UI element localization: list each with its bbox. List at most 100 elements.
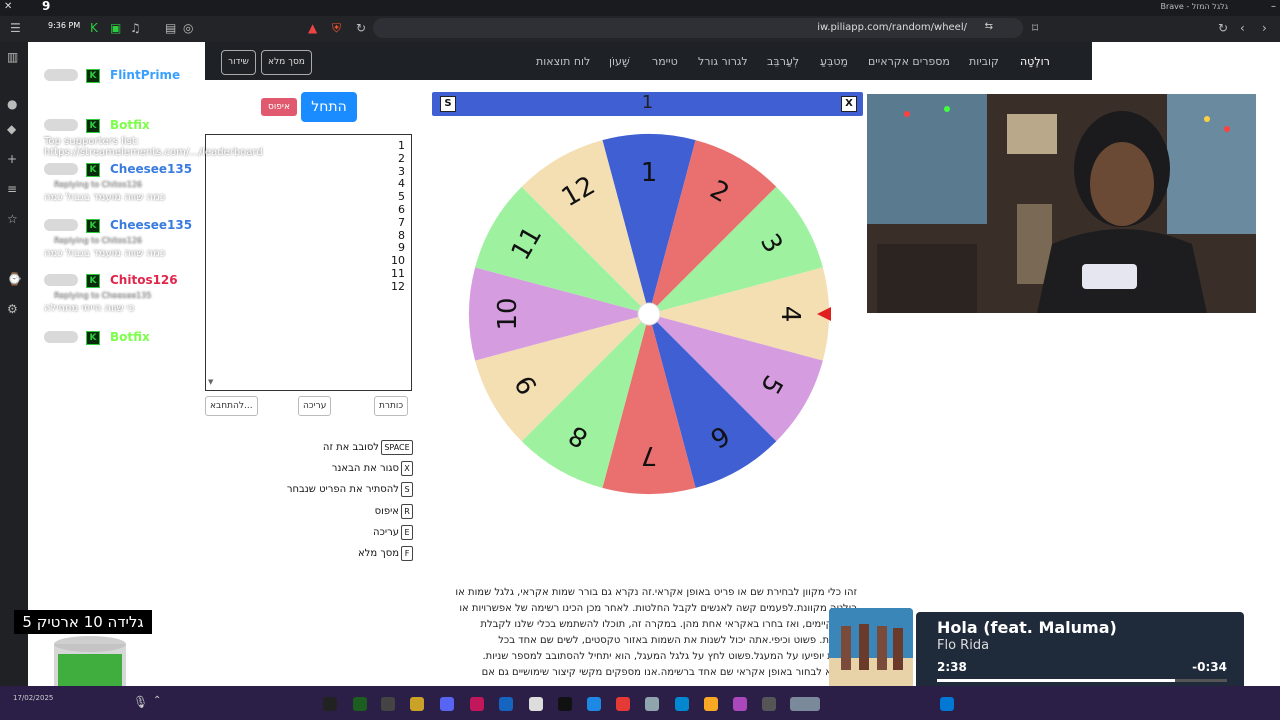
music-icon[interactable]: ♫ <box>130 21 141 35</box>
forward-icon[interactable]: › <box>1262 21 1267 35</box>
kick-badge-icon: K <box>86 331 100 345</box>
timestamp-pill <box>44 119 78 131</box>
shortcut-label: להסתיר את הפריט שנבחר <box>286 484 399 496</box>
list-item: 6 <box>398 202 405 216</box>
shortcut-row: עריכה E <box>373 524 413 540</box>
chatgpt-icon[interactable] <box>558 697 572 711</box>
chat-username[interactable]: FlintPrime <box>110 68 180 82</box>
shortcut-label: סגור את הבאנר <box>331 463 399 475</box>
chat-username[interactable]: Cheesee135 <box>110 218 192 232</box>
list-item: 2 <box>398 151 405 165</box>
notes-icon[interactable] <box>529 697 543 711</box>
kick-icon[interactable]: K <box>90 21 98 35</box>
brave-shield-icon[interactable]: ⛨ <box>332 21 341 36</box>
photos-icon[interactable] <box>733 697 747 711</box>
hide-button[interactable]: להתחבא... <box>205 396 258 416</box>
shortcut-key[interactable]: SPACE <box>381 440 413 455</box>
chat-message: K Botfix Top supporters list: https://stre… <box>14 112 334 162</box>
address-bar[interactable]: iw.piliapp.com/random/wheel/ ⇆ <box>373 18 1023 38</box>
remaining-time: -0:34 <box>1192 660 1227 674</box>
shortcut-key[interactable]: R <box>401 503 413 519</box>
list-item: 1 <box>398 139 405 152</box>
thumbnail-icon[interactable] <box>790 697 820 711</box>
brave-rewards-icon[interactable]: ▲ <box>308 21 317 35</box>
progress-track[interactable] <box>937 679 1227 682</box>
menu-icon[interactable]: ☰ <box>10 21 21 35</box>
game-icon[interactable] <box>353 697 367 711</box>
clock-label: 9:36 PM <box>48 21 81 30</box>
app-icon-2[interactable] <box>410 697 424 711</box>
nav-item-draw[interactable]: לגרור גורל <box>698 55 748 68</box>
folder-icon[interactable] <box>704 697 718 711</box>
shortcut-row: סגור את הבאנר X <box>331 461 413 477</box>
explorer-icon[interactable] <box>645 697 659 711</box>
chat-reply-context: Replying to Cheesee135 <box>54 291 152 300</box>
bookmark-icon[interactable]: ⌑ <box>1032 21 1038 35</box>
chrome-icon[interactable] <box>616 697 630 711</box>
nav-item-shuffle[interactable]: לְעַרבֵּב <box>767 55 799 68</box>
edit-button[interactable]: עריכה <box>298 396 332 416</box>
nav-item-scoreboard[interactable]: לוח תוצאות <box>536 55 590 68</box>
chat-reply-context: Replying to Chitos126 <box>54 180 142 189</box>
chevron-up-icon[interactable]: ⌃ <box>153 695 161 706</box>
nav-item-random-numbers[interactable]: מספרים אקראיים <box>868 55 950 68</box>
description-line: השמות יופיעו על המעגל.פשוט לחץ על גלגל ה… <box>482 651 858 662</box>
chat-username[interactable]: Cheesee135 <box>110 162 192 176</box>
app-icon[interactable]: ▣ <box>110 21 121 35</box>
description-line: החלטות. פשוט וכיפי.אתה יכול לשנות את השמ… <box>498 635 857 646</box>
chat-reply-context: Replying to Chitos126 <box>54 236 142 245</box>
description-line: מדים קיימים, ואז בחרו באקראי אחת מהן. במ… <box>480 619 857 630</box>
nav-item-roulette[interactable]: רולֶטָה <box>1020 55 1050 68</box>
shortcut-key[interactable]: X <box>401 461 413 477</box>
obs-icon[interactable] <box>323 697 337 711</box>
timestamp-pill <box>44 331 78 343</box>
discord-taskbar-icon[interactable] <box>440 697 454 711</box>
kick-badge-icon: K <box>86 69 100 83</box>
shortcut-label: איפוס <box>374 505 399 517</box>
title-button[interactable]: כותרת <box>374 396 409 416</box>
shortcut-key[interactable]: F <box>401 546 413 561</box>
teams-icon[interactable] <box>587 697 601 711</box>
edge-icon[interactable] <box>675 697 689 711</box>
timestamp-pill <box>44 274 78 286</box>
close-banner-button[interactable]: X <box>841 96 857 112</box>
nav-item-timer[interactable]: טיימר <box>652 55 678 68</box>
roulette-wheel[interactable]: 123456789101112 <box>464 129 834 499</box>
shortcut-label: לסובב את זה <box>322 442 379 453</box>
shortcut-row: לסובב את זה SPACE <box>323 440 413 455</box>
chat-message: K Cheesee135 Replying to Chitos126 כמה שווה… <box>14 156 334 206</box>
store-icon[interactable] <box>499 697 513 711</box>
description-line: רולטה מקוונת.לפעמים קשה לאנשים לקבל החלט… <box>459 603 857 614</box>
chat-message: K Botfix <box>14 324 334 374</box>
settings-sliders-icon[interactable]: ⇆ <box>985 21 993 32</box>
calendar-icon[interactable]: ▤ <box>165 21 176 35</box>
description-line: זהו כלי מקוון לבחירת שם או פריט באופן אק… <box>455 587 857 598</box>
discord-icon[interactable]: ◎ <box>183 21 193 35</box>
nav-item-coin[interactable]: מַטבֵּעַ <box>820 55 848 68</box>
url-text: iw.piliapp.com/random/wheel/ <box>817 22 967 33</box>
chat-username[interactable]: Botfix <box>110 118 150 132</box>
shortcut-label: עריכה <box>373 526 399 538</box>
terminal-icon[interactable] <box>762 697 776 711</box>
capture-icon[interactable] <box>381 697 395 711</box>
wheel-label: 1 <box>641 158 658 188</box>
chat-message: K Chitos126 Replying to Cheesee135 כי שווה … <box>14 267 334 317</box>
chat-username[interactable]: Chitos126 <box>110 273 178 287</box>
close-icon[interactable]: ✕ <box>4 1 12 12</box>
opera-icon[interactable] <box>470 697 484 711</box>
nav-item-dice[interactable]: קוביות <box>969 55 999 68</box>
shortcut-row: להסתיר את הפריט שנבחר S <box>286 482 413 498</box>
shortcut-key[interactable]: E <box>401 524 413 540</box>
windows-start-icon[interactable] <box>940 697 954 711</box>
shortcut-key[interactable]: S <box>401 482 413 498</box>
back-icon[interactable]: ‹ <box>1240 21 1245 35</box>
refresh-icon[interactable]: ↻ <box>1218 21 1228 35</box>
microphone-icon[interactable]: 🎙 <box>133 695 148 709</box>
timestamp-pill <box>44 219 78 231</box>
minimize-icon[interactable]: – <box>1271 1 1276 12</box>
wheel-center-hub[interactable] <box>637 302 661 326</box>
nav-item-clock[interactable]: שָׁעוֹן <box>609 55 630 68</box>
reload-page-icon[interactable]: ↻ <box>356 21 366 35</box>
scroll-down-icon[interactable]: ▼ <box>208 378 213 386</box>
chat-username[interactable]: Botfix <box>110 330 150 344</box>
